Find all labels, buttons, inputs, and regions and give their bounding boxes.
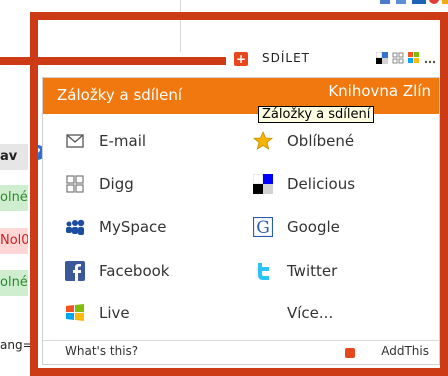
svg-text:G: G xyxy=(256,218,270,237)
top-share-icons xyxy=(380,0,448,4)
background-status-ok: olné xyxy=(0,185,28,211)
service-label: E-mail xyxy=(99,132,147,150)
windows-live-icon xyxy=(66,304,84,321)
tooltip: Záložky a sdílení xyxy=(258,106,375,123)
share-button-label: SDÍLET xyxy=(262,51,310,65)
share-button[interactable]: + SDÍLET xyxy=(228,48,438,70)
service-label: Live xyxy=(99,304,130,322)
star-icon xyxy=(253,131,273,150)
panel-footer: What's this? AddThis xyxy=(43,340,439,365)
service-twitter[interactable]: Twitter xyxy=(253,258,403,284)
service-facebook[interactable]: Facebook xyxy=(65,258,215,284)
share-panel: Záložky a sdílení Knihovna Zlín E-mail D… xyxy=(42,77,440,365)
background-status-bad: Nol03 xyxy=(0,228,28,254)
delicious-icon xyxy=(253,174,273,194)
digg-mini-icon xyxy=(392,52,404,64)
background-status-ok: olné xyxy=(0,270,28,296)
email-icon xyxy=(66,134,84,148)
highlight-frame-top xyxy=(30,12,448,20)
more-icon xyxy=(424,60,436,64)
background-bottom-text: ang= xyxy=(0,338,33,352)
panel-title: Záložky a sdílení xyxy=(57,86,183,104)
highlight-frame-bottom xyxy=(30,368,448,376)
background-header-label: av xyxy=(0,144,28,170)
service-favorites[interactable]: Oblíbené xyxy=(253,128,403,154)
panel-header: Záložky a sdílení Knihovna Zlín xyxy=(43,78,439,114)
service-label: MySpace xyxy=(99,218,167,236)
service-email[interactable]: E-mail xyxy=(65,128,215,154)
service-label: Více... xyxy=(287,304,334,322)
delicious-mini-icon xyxy=(376,52,388,64)
background-divider xyxy=(180,0,181,52)
service-myspace[interactable]: MySpace xyxy=(65,214,215,240)
facebook-icon xyxy=(65,261,85,281)
highlight-frame-left xyxy=(30,57,38,376)
service-more[interactable]: Více... xyxy=(253,300,403,326)
service-google[interactable]: G Google xyxy=(253,214,403,240)
addthis-logo-icon xyxy=(345,348,355,358)
service-delicious[interactable]: Delicious xyxy=(253,171,403,197)
twitter-icon xyxy=(258,263,269,280)
panel-site-name: Knihovna Zlín xyxy=(328,82,431,100)
addthis-plus-icon: + xyxy=(234,52,248,66)
service-label: Digg xyxy=(99,175,134,193)
myspace-icon xyxy=(66,219,85,235)
service-label: Oblíbené xyxy=(287,132,355,150)
google-icon: G xyxy=(253,217,273,237)
addthis-link[interactable]: AddThis xyxy=(381,344,429,358)
service-digg[interactable]: Digg xyxy=(65,171,215,197)
service-live[interactable]: Live xyxy=(65,300,215,326)
service-label: Facebook xyxy=(99,262,170,280)
service-label: Google xyxy=(287,218,340,236)
windows-live-mini-icon xyxy=(408,52,419,63)
service-label: Delicious xyxy=(287,175,356,193)
digg-icon xyxy=(66,175,84,193)
whats-this-link[interactable]: What's this? xyxy=(65,344,138,358)
service-label: Twitter xyxy=(287,262,338,280)
highlight-frame-right xyxy=(440,12,448,376)
